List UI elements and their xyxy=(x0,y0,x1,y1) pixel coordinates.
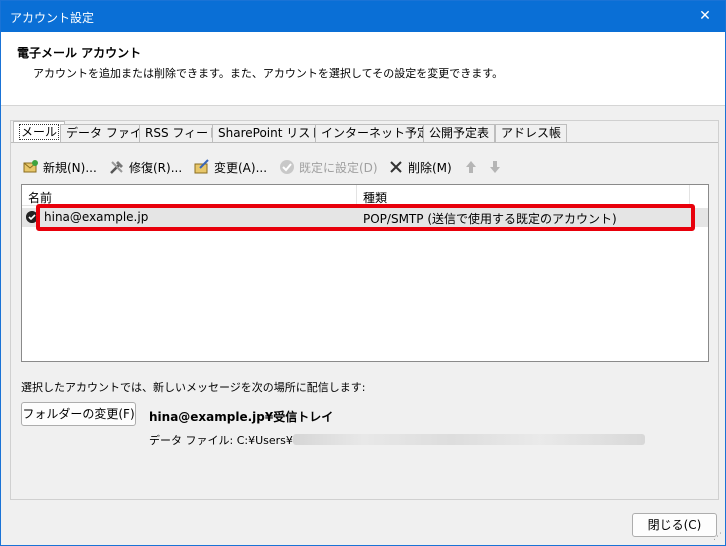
change-folder-button[interactable]: フォルダーの変更(F) xyxy=(21,402,136,426)
data-file-prefix: データ ファイル: C:¥Users¥ xyxy=(149,434,293,447)
change-settings-icon xyxy=(194,159,209,174)
new-button[interactable]: 新規(N)... xyxy=(23,158,97,178)
change-button[interactable]: 変更(A)... xyxy=(194,158,267,178)
tab-panel: メール データ ファイル RSS フィード SharePoint リスト インタ… xyxy=(10,120,719,500)
new-account-icon xyxy=(23,160,38,173)
close-window-icon[interactable]: ✕ xyxy=(685,1,725,32)
close-button[interactable]: 閉じる(C) xyxy=(632,513,717,537)
delivery-description: 選択したアカウントでは、新しいメッセージを次の場所に配信します: xyxy=(21,381,366,394)
highlight-box xyxy=(36,204,695,231)
list-header: 名前 種類 xyxy=(22,185,690,206)
repair-tools-icon xyxy=(110,161,123,174)
title-bar[interactable]: アカウント設定 ✕ xyxy=(1,1,725,32)
account-toolbar: 新規(N)... 修復(R)... 変更(A)... 既定に設定(D) 削除(M… xyxy=(23,158,713,178)
move-up-button[interactable] xyxy=(463,158,483,178)
arrow-up-icon xyxy=(466,161,476,173)
data-file-path: データ ファイル: C:¥Users¥ xyxy=(149,432,645,448)
resize-grip-icon[interactable]: ⋰ xyxy=(713,532,722,542)
tab-sharepoint-lists[interactable]: SharePoint リスト xyxy=(212,124,329,143)
account-list[interactable]: 名前 種類 hina@example.jp POP/SMTP (送信で使用する既… xyxy=(21,184,709,362)
delete-x-icon xyxy=(390,161,402,173)
tab-address-books[interactable]: アドレス帳 xyxy=(495,124,568,143)
arrow-down-icon xyxy=(490,161,500,173)
redacted-path xyxy=(292,434,645,445)
header-description: アカウントを追加または削除できます。また、アカウントを選択してその設定を変更でき… xyxy=(33,67,504,80)
dialog-header: 電子メール アカウント アカウントを追加または削除できます。また、アカウントを選… xyxy=(1,32,725,106)
default-check-icon xyxy=(280,160,294,174)
tab-published-calendars[interactable]: 公開予定表 xyxy=(423,124,496,143)
header-title: 電子メール アカウント xyxy=(17,46,142,60)
tab-divider xyxy=(11,142,718,143)
move-down-button[interactable] xyxy=(487,158,507,178)
column-separator[interactable] xyxy=(689,185,690,206)
set-default-button[interactable]: 既定に設定(D) xyxy=(279,158,378,178)
column-separator[interactable] xyxy=(356,185,357,206)
account-settings-window: アカウント設定 ✕ 電子メール アカウント アカウントを追加または削除できます。… xyxy=(0,0,726,546)
delete-button[interactable]: 削除(M) xyxy=(388,158,452,178)
window-title: アカウント設定 xyxy=(10,11,95,25)
tab-mail[interactable]: メール xyxy=(13,121,66,143)
repair-button[interactable]: 修復(R)... xyxy=(109,158,182,178)
delivery-location: hina@example.jp¥受信トレイ xyxy=(149,410,334,424)
